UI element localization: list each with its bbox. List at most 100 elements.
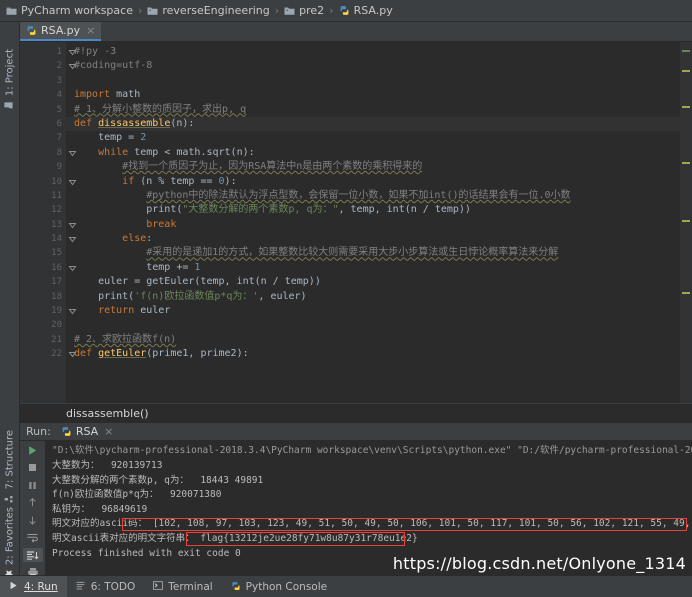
- editor-marker-track[interactable]: [680, 42, 692, 403]
- gutter-line-number[interactable]: 3: [20, 74, 66, 88]
- gutter-line-number[interactable]: 18: [20, 290, 66, 304]
- gutter-line-number[interactable]: 9: [20, 160, 66, 174]
- status-button-label: 4: Run: [24, 580, 58, 593]
- code-line[interactable]: print("大整数分解的两个素数p, q为：", temp, int(n / …: [66, 203, 692, 217]
- code-line[interactable]: def getEuler(prime1, prime2):: [66, 347, 692, 361]
- sidebar-item-structure[interactable]: 7: Structure: [0, 427, 20, 506]
- code-line[interactable]: #python中的除法默认为浮点型数，会保留一位小数，如果不加int()的话结果…: [66, 189, 692, 203]
- breadcrumb-label: PyCharm workspace: [21, 4, 133, 17]
- soft-wrap-button[interactable]: [23, 530, 43, 544]
- code-line[interactable]: import math: [66, 88, 692, 102]
- gutter-line-number[interactable]: 14: [20, 232, 77, 246]
- sidebar-item-favorites[interactable]: 2: Favorites: [0, 504, 20, 582]
- gutter-line-number[interactable]: 5: [20, 103, 66, 117]
- left-tool-strip: 1: Project 7: Structure 2: Favorites: [0, 22, 20, 597]
- status-button-label: 6: TODO: [90, 580, 136, 593]
- console-output-line: 明文ascii表对应的明文字符串： flag{13212je2ue28fy71w…: [52, 532, 418, 544]
- sidebar-item-label: 7: Structure: [4, 430, 16, 490]
- code-editor[interactable]: 1 2 3 4 5 6 7 8 9 10 11 12 13 14 15 16 17 18 19 20 21 22 #!py…: [20, 42, 692, 403]
- sidebar-item-project[interactable]: 1: Project: [0, 46, 20, 113]
- code-line[interactable]: temp += 1: [66, 261, 692, 275]
- code-line[interactable]: #!py -3: [66, 45, 692, 59]
- run-console-output[interactable]: "D:\软件\pycharm-professional-2018.3.4\PyC…: [46, 441, 692, 597]
- console-output-line: 大整数为： 920139713: [52, 459, 163, 471]
- scroll-down-button[interactable]: [23, 513, 43, 527]
- gutter-line-number[interactable]: 2: [20, 59, 77, 73]
- run-tab-label: RSA: [75, 425, 99, 439]
- gutter-line-number[interactable]: 8: [20, 146, 77, 160]
- todo-icon: [76, 581, 87, 592]
- terminal-icon: [153, 581, 164, 592]
- status-button-terminal[interactable]: Terminal: [144, 576, 221, 597]
- console-output-line: 明文对应的ascii码： [102, 108, 97, 103, 123, 49…: [52, 518, 692, 530]
- editor-tab-rsa-py[interactable]: RSA.py ×: [20, 22, 102, 41]
- gutter-line-number[interactable]: 10: [20, 175, 77, 189]
- gutter-line-number[interactable]: 19: [20, 304, 77, 318]
- code-line[interactable]: while temp < math.sqrt(n):: [66, 146, 692, 160]
- gutter-line-number[interactable]: 16: [20, 261, 77, 275]
- code-line[interactable]: print('f(n)欧拉函数值p*q为：', euler): [66, 290, 692, 304]
- code-line[interactable]: temp = 2: [66, 131, 692, 145]
- code-line[interactable]: #采用的是递加1的方式，如果整数比较大则需要采用大步小步算法或生日悖论概率算法来…: [66, 246, 692, 260]
- sidebar-item-label: 1: Project: [4, 49, 16, 97]
- scroll-up-button[interactable]: [23, 496, 43, 510]
- gutter-line-number[interactable]: 20: [20, 318, 66, 332]
- python-file-icon: [339, 5, 350, 16]
- gutter-line-number[interactable]: 22: [20, 347, 77, 361]
- code-line[interactable]: #找到一个质因子为止，因为RSA算法中n是由两个素数的乘积得来的: [66, 160, 692, 174]
- breadcrumb-item-workspace[interactable]: PyCharm workspace: [6, 4, 133, 17]
- breadcrumb-separator: ›: [137, 4, 143, 17]
- gutter-line-number[interactable]: 1: [20, 45, 77, 59]
- gutter-line-number[interactable]: 12: [20, 203, 66, 217]
- console-output-line: 大整数分解的两个素数p, q为： 18443 49891: [52, 474, 264, 486]
- editor-gutter[interactable]: 1 2 3 4 5 6 7 8 9 10 11 12 13 14 15 16 17 18 19 20 21 22: [20, 42, 77, 403]
- gutter-line-number[interactable]: 7: [20, 131, 66, 145]
- console-output-line: f(n)欧拉函数值p*q为： 920071380: [52, 489, 222, 501]
- code-line[interactable]: # 2、求欧拉函数f(n): [66, 333, 692, 347]
- gutter-line-number[interactable]: 17: [20, 275, 66, 289]
- rerun-button[interactable]: [23, 443, 43, 457]
- status-button-todo[interactable]: 6: TODO: [67, 576, 145, 597]
- watermark-url: https://blog.csdn.net/Onlyone_1314: [392, 554, 686, 573]
- code-line[interactable]: else:: [66, 232, 692, 246]
- gutter-line-number[interactable]: 15: [20, 246, 66, 260]
- scroll-to-end-button[interactable]: [22, 547, 43, 563]
- status-button-run[interactable]: 4: Run: [0, 575, 67, 597]
- gutter-line-number[interactable]: 6: [20, 117, 77, 131]
- code-line[interactable]: break: [66, 218, 692, 232]
- breadcrumb-item-reverseengineering[interactable]: reverseEngineering: [147, 4, 270, 17]
- code-line[interactable]: return euler: [66, 304, 692, 318]
- python-icon: [231, 581, 242, 592]
- code-line[interactable]: #coding=utf-8: [66, 59, 692, 73]
- code-line[interactable]: # 1、分解小整数的质因子，求出p, q: [66, 103, 692, 117]
- run-tool-buttons: [20, 441, 46, 597]
- structure-icon: [5, 492, 16, 503]
- breadcrumb-item-pre2[interactable]: pre2: [284, 4, 324, 17]
- play-icon: [9, 581, 20, 592]
- editor-footer-breadcrumb: dissassemble(): [20, 403, 692, 423]
- folder-icon: [284, 5, 295, 16]
- breadcrumb-item-rsa-py[interactable]: RSA.py: [339, 4, 393, 17]
- code-line[interactable]: [66, 318, 692, 332]
- console-output-line: "D:\软件\pycharm-professional-2018.3.4\PyC…: [52, 445, 692, 457]
- gutter-line-number[interactable]: 4: [20, 88, 66, 102]
- run-tab-rsa[interactable]: RSA ×: [61, 425, 113, 439]
- gutter-line-number[interactable]: 11: [20, 189, 66, 203]
- breadcrumb-label: RSA.py: [353, 4, 393, 17]
- stop-button[interactable]: [23, 461, 43, 475]
- gutter-line-number[interactable]: 21: [20, 333, 66, 347]
- code-line[interactable]: if (n % temp == 0):: [66, 175, 692, 189]
- code-line[interactable]: def dissassemble(n):: [66, 116, 692, 132]
- run-window-title: Run:: [26, 425, 51, 439]
- status-button-label: Terminal: [168, 580, 213, 593]
- editor-code-area[interactable]: #!py -3 #coding=utf-8 import math # 1、分解小整…: [66, 42, 692, 403]
- gutter-line-number[interactable]: 13: [20, 218, 77, 232]
- status-button-python-console[interactable]: Python Console: [222, 576, 336, 597]
- status-button-label: Python Console: [245, 580, 328, 593]
- pause-button[interactable]: [23, 478, 43, 492]
- code-line[interactable]: [66, 74, 692, 88]
- close-icon[interactable]: ×: [84, 24, 95, 37]
- breadcrumb-separator: ›: [329, 4, 334, 17]
- close-icon[interactable]: ×: [102, 425, 113, 438]
- code-line[interactable]: euler = getEuler(temp, int(n / temp)): [66, 275, 692, 289]
